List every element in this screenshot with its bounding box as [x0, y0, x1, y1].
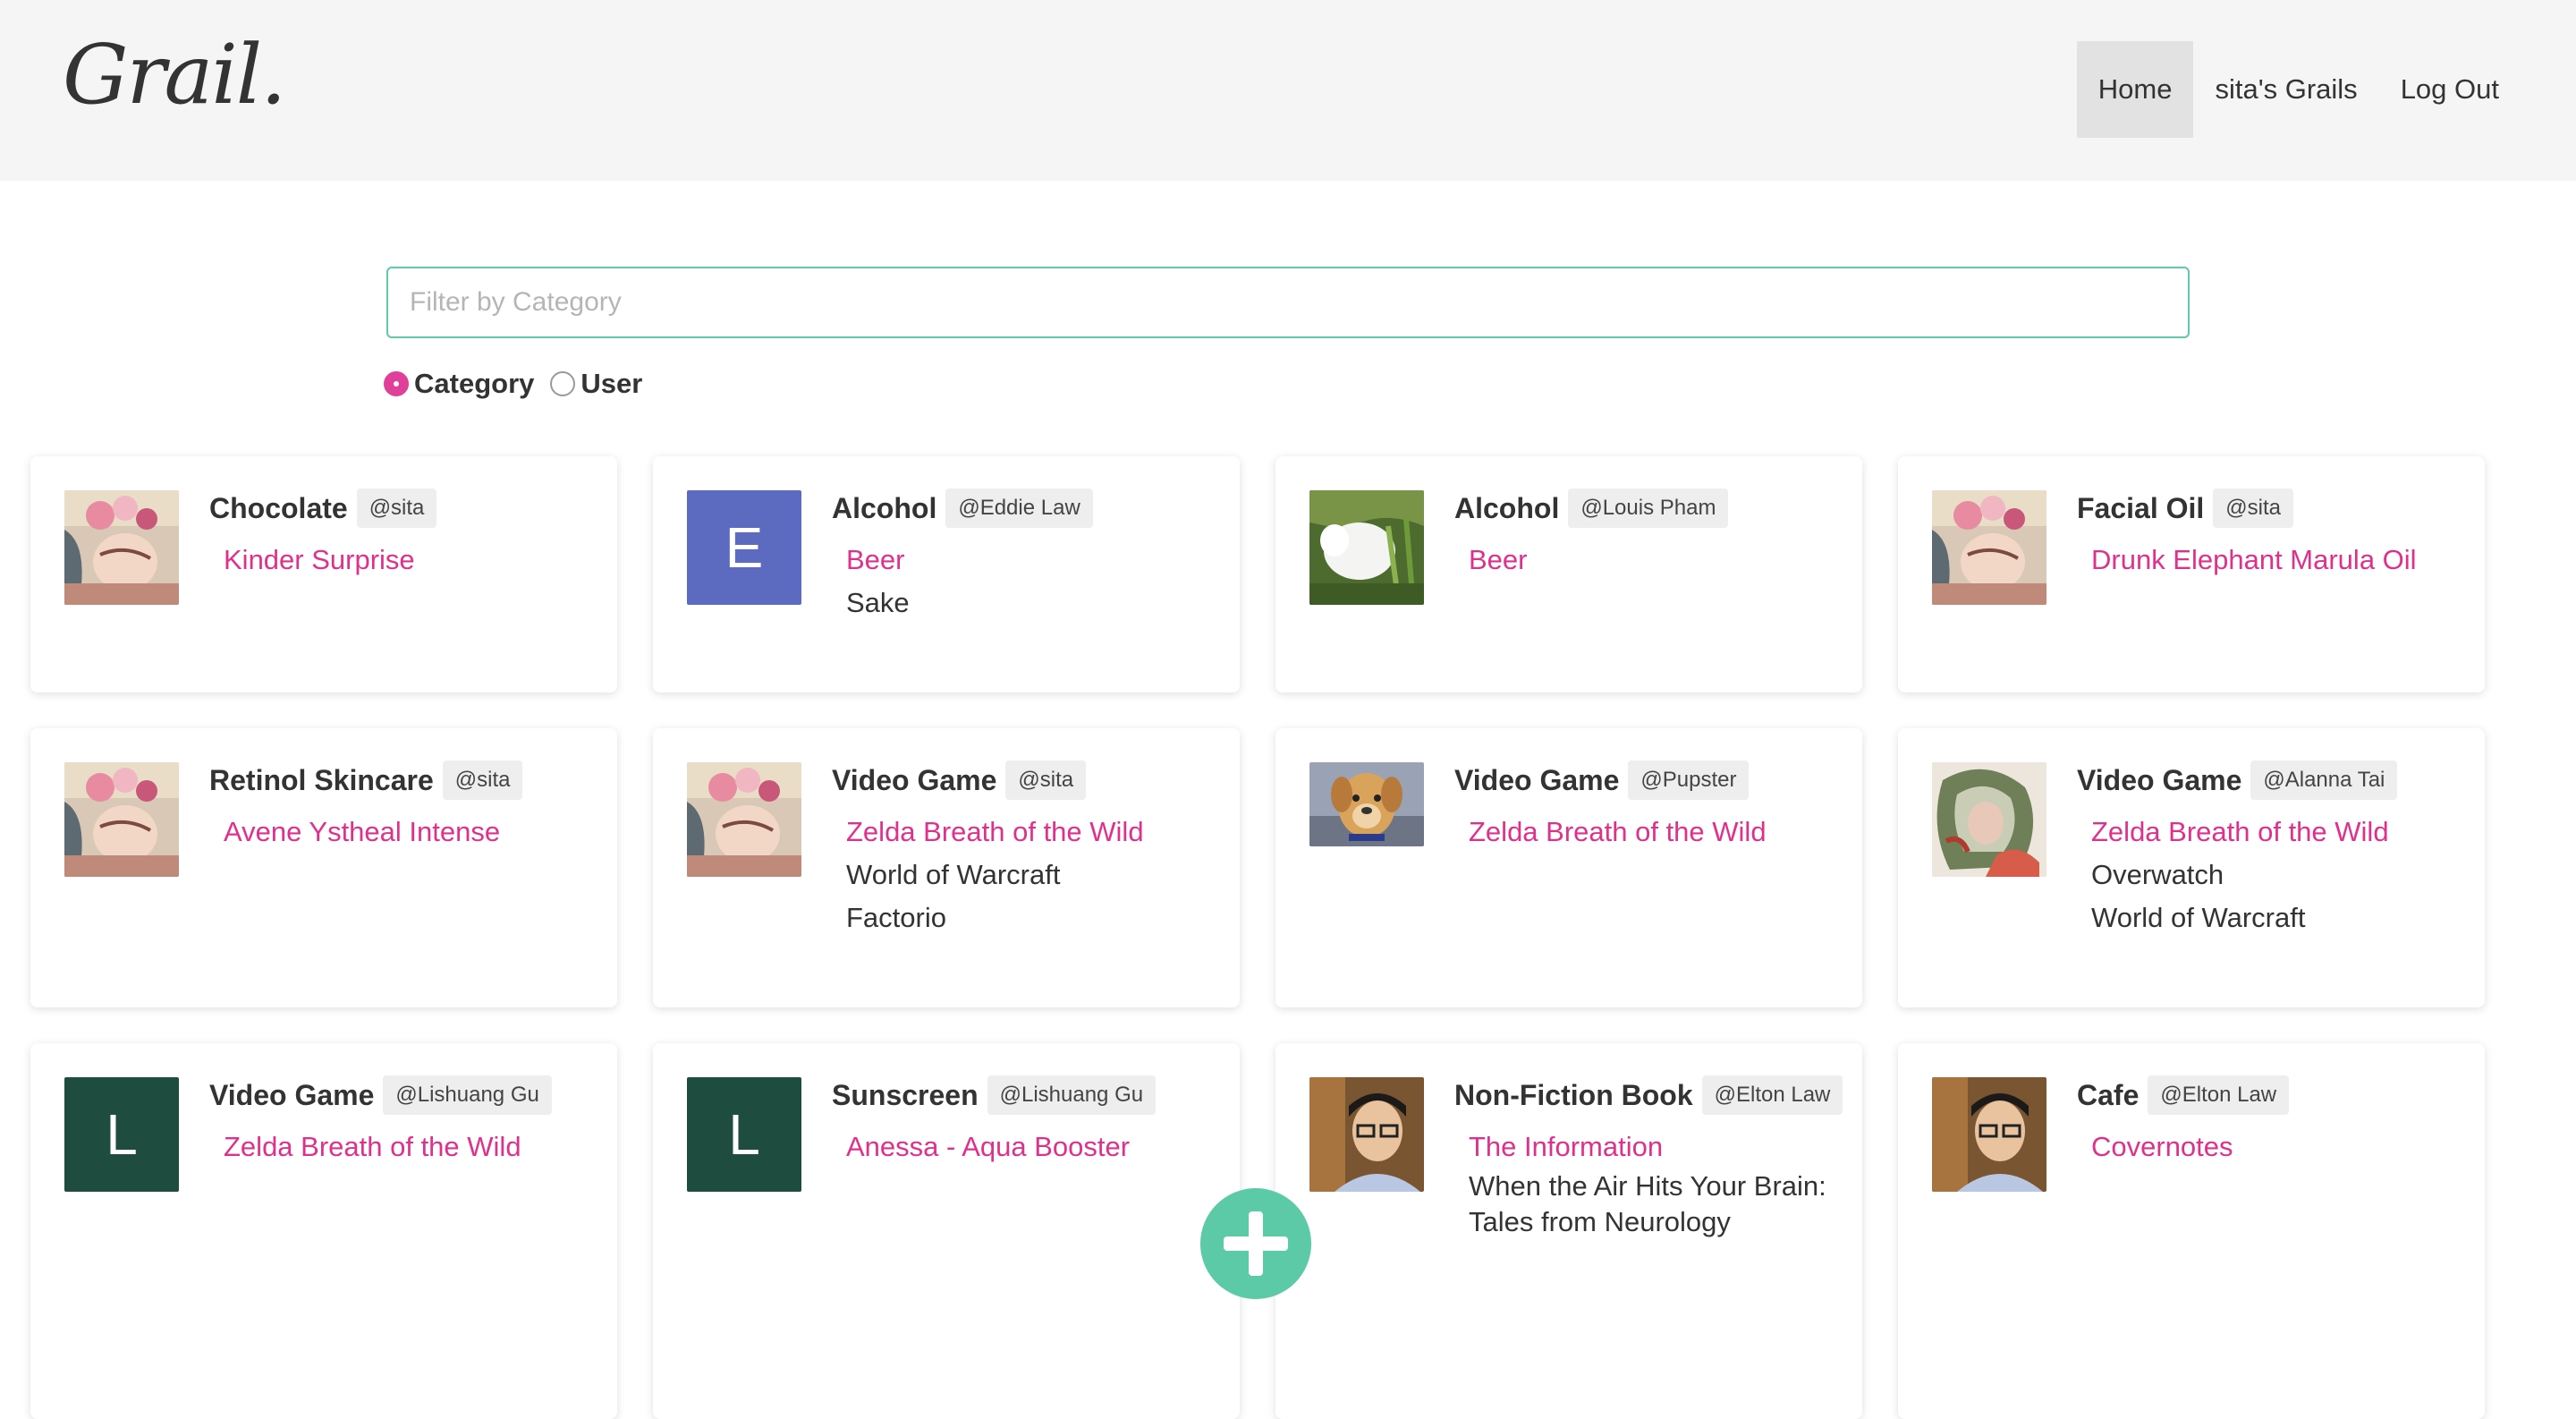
user-avatar [1309, 1077, 1424, 1192]
card-category: Video Game [832, 764, 997, 796]
user-avatar [1932, 762, 2046, 877]
card-category: Alcohol [832, 492, 937, 524]
navbar: Grail. Home sita's Grails Log Out [0, 0, 2576, 181]
card-category: Cafe [2077, 1079, 2140, 1111]
user-avatar [1309, 490, 1424, 605]
grail-card[interactable]: Video Game @Pupster Zelda Breath of the … [1275, 728, 1862, 1007]
radio-user-button[interactable] [550, 371, 576, 396]
grail-card[interactable]: Chocolate @sita Kinder Surprise [30, 456, 617, 693]
card-user-badge[interactable]: @sita [442, 760, 523, 800]
grail-item-top: Drunk Elephant Marula Oil [2091, 544, 2417, 575]
user-avatar [1932, 1077, 2046, 1192]
grail-card[interactable]: Non-Fiction Book @Elton Law The Informat… [1275, 1043, 1862, 1419]
grail-item-top: Kinder Surprise [224, 544, 415, 575]
nav-my-grails-link[interactable]: sita's Grails [2193, 41, 2378, 138]
card-user-badge[interactable]: @Louis Pham [1568, 489, 1729, 528]
radio-user-label: User [580, 368, 643, 399]
nav-home-link[interactable]: Home [2076, 41, 2194, 138]
user-avatar [687, 762, 801, 877]
grail-card[interactable]: Video Game @sita Zelda Breath of the Wil… [653, 728, 1240, 1007]
grail-item-top: Beer [1469, 544, 1528, 575]
card-category: Retinol Skincare [209, 764, 434, 796]
grail-card[interactable]: L Video Game @Lishuang Gu Zelda Breath o… [30, 1043, 617, 1419]
grail-item-top: Zelda Breath of the Wild [1469, 816, 1767, 847]
card-user-badge[interactable]: @Pupster [1628, 760, 1750, 800]
user-avatar [1932, 490, 2046, 605]
user-avatar: E [687, 490, 801, 605]
card-user-badge[interactable]: @sita [1005, 760, 1087, 800]
grail-card[interactable]: Alcohol @Louis Pham Beer [1275, 456, 1862, 693]
card-category: Chocolate [209, 492, 348, 524]
grail-card[interactable]: E Alcohol @Eddie Law Beer Sake [653, 456, 1240, 693]
grail-card[interactable]: Video Game @Alanna Tai Zelda Breath of t… [1898, 728, 2485, 1007]
grail-card[interactable]: Cafe @Elton Law Covernotes [1898, 1043, 2485, 1419]
grail-item: When the Air Hits Your Brain: Tales from… [1469, 1170, 1826, 1237]
radio-option-user[interactable]: User [550, 368, 642, 400]
grail-item-top: Anessa - Aqua Booster [846, 1131, 1131, 1162]
card-user-badge[interactable]: @Lishuang Gu [987, 1075, 1157, 1115]
card-user-badge[interactable]: @Alanna Tai [2250, 760, 2398, 800]
grail-item-top: Zelda Breath of the Wild [224, 1131, 521, 1162]
card-category: Sunscreen [832, 1079, 979, 1111]
category-filter-input[interactable] [386, 267, 2190, 338]
user-avatar [64, 490, 179, 605]
grail-item-top: The Information [1469, 1131, 1664, 1162]
nav-logout-link[interactable]: Log Out [2379, 41, 2521, 138]
card-category: Non-Fiction Book [1454, 1079, 1693, 1111]
grail-item: Sake [846, 587, 910, 618]
nav-menu: Home sita's Grails Log Out [2076, 41, 2521, 138]
radio-category-button[interactable] [384, 371, 409, 396]
card-user-badge[interactable]: @Eddie Law [945, 489, 1093, 528]
grail-item-top: Covernotes [2091, 1131, 2233, 1162]
card-category: Facial Oil [2077, 492, 2205, 524]
card-category: Video Game [1454, 764, 1620, 796]
radio-category-label: Category [414, 368, 535, 399]
add-grail-button[interactable] [1200, 1188, 1311, 1299]
card-user-badge[interactable]: @Elton Law [1701, 1075, 1843, 1115]
user-avatar [64, 762, 179, 877]
grail-item: Overwatch [2091, 859, 2224, 890]
user-avatar: L [687, 1077, 801, 1192]
grail-card[interactable]: Retinol Skincare @sita Avene Ystheal Int… [30, 728, 617, 1007]
card-user-badge[interactable]: @Lishuang Gu [383, 1075, 552, 1115]
grail-item-top: Zelda Breath of the Wild [846, 816, 1144, 847]
grail-card[interactable]: L Sunscreen @Lishuang Gu Anessa - Aqua B… [653, 1043, 1240, 1419]
grail-item: Factorio [846, 902, 946, 933]
card-user-badge[interactable]: @sita [356, 489, 437, 528]
user-avatar [1309, 762, 1424, 846]
grail-logo[interactable]: Grail. [63, 27, 286, 123]
radio-option-category[interactable]: Category [384, 368, 534, 400]
grail-item: World of Warcraft [2091, 902, 2306, 933]
card-user-badge[interactable]: @Elton Law [2148, 1075, 2290, 1115]
grail-item-top: Avene Ystheal Intense [224, 816, 501, 847]
grail-item: World of Warcraft [846, 859, 1061, 890]
search-mode-radio-group: Category User [384, 363, 658, 404]
card-category: Alcohol [1454, 492, 1560, 524]
grail-card[interactable]: Facial Oil @sita Drunk Elephant Marula O… [1898, 456, 2485, 693]
card-user-badge[interactable]: @sita [2213, 489, 2293, 528]
card-category: Video Game [209, 1079, 375, 1111]
user-avatar: L [64, 1077, 179, 1192]
card-category: Video Game [2077, 764, 2242, 796]
grail-item-top: Zelda Breath of the Wild [2091, 816, 2389, 847]
grail-item-top: Beer [846, 544, 905, 575]
